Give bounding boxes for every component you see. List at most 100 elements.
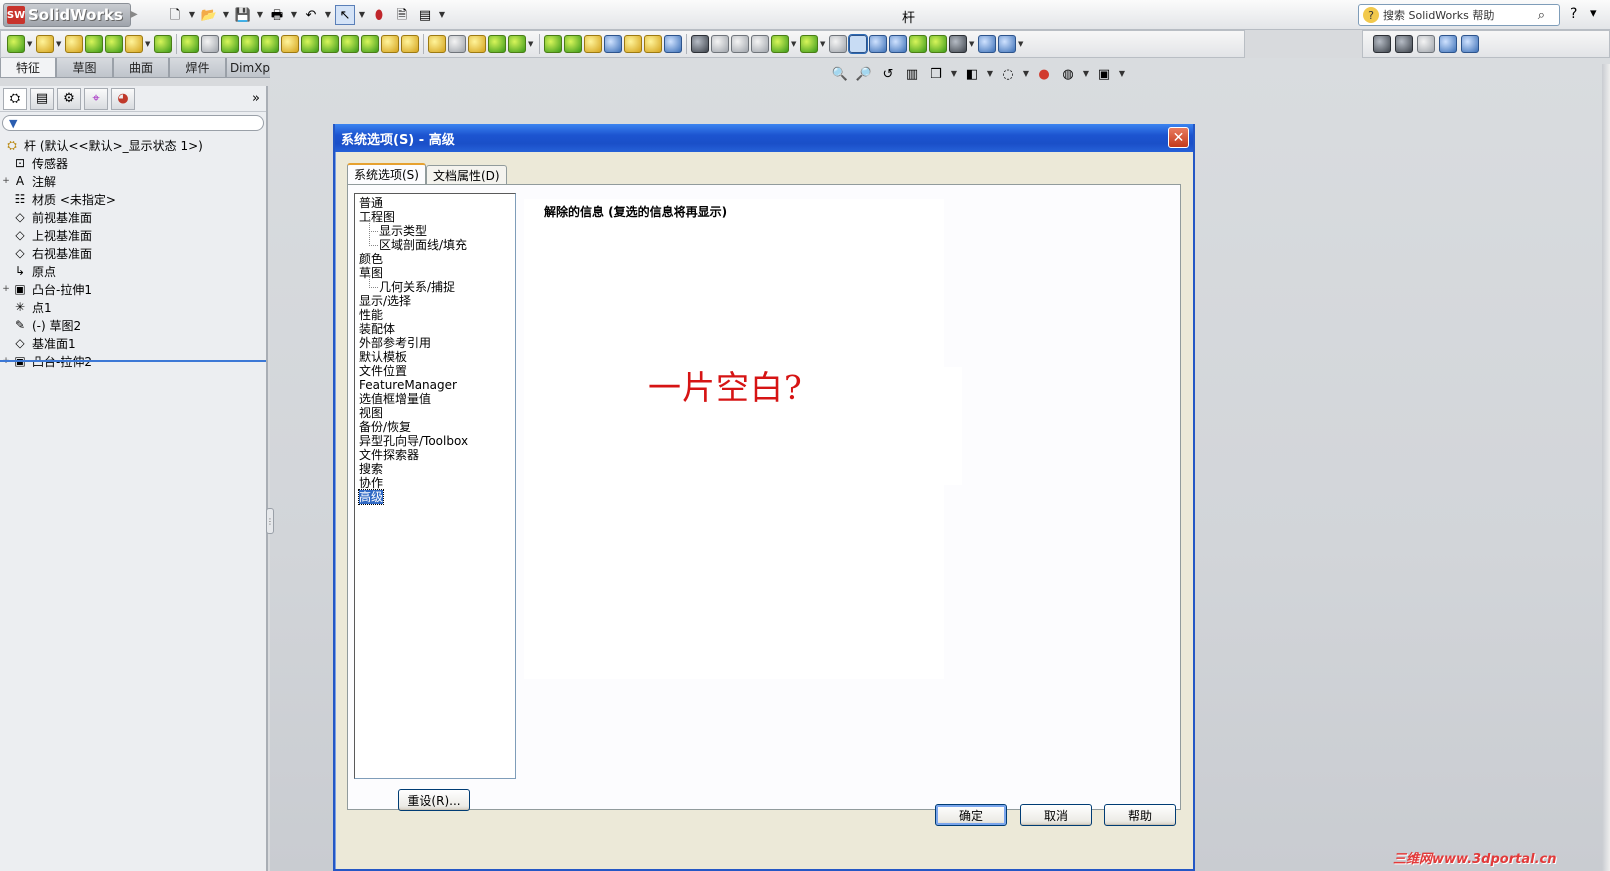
revolved-boss-icon[interactable] (36, 35, 54, 53)
chevron-down-icon[interactable]: ▼ (1118, 64, 1126, 84)
surface-sweep-icon[interactable] (584, 35, 602, 53)
tree-item[interactable]: + ▣ 凸台-拉伸1 (0, 280, 266, 298)
section-view-icon[interactable]: ▥ (902, 64, 922, 84)
dialog-title-bar[interactable]: 系统选项(S) - 高级 ✕ (335, 124, 1193, 152)
category-item[interactable]: 视图 (359, 406, 515, 420)
close-icon[interactable]: ✕ (1168, 127, 1189, 148)
file-properties-icon[interactable]: 🗎 (392, 5, 412, 25)
tree-item[interactable]: ◇ 前视基准面 (0, 208, 266, 226)
save-icon[interactable]: 💾 (233, 5, 253, 25)
tree-expand-icon[interactable]: + (0, 176, 12, 186)
chevron-down-icon[interactable]: ▼ (791, 40, 798, 48)
instant3d-icon[interactable] (508, 35, 526, 53)
category-item[interactable]: 工程图 (359, 210, 515, 224)
appearance-icon[interactable] (1417, 35, 1435, 53)
chevron-down-icon[interactable]: ▼ (438, 5, 446, 25)
undo-icon[interactable]: ↶ (301, 5, 321, 25)
tab-sketch[interactable]: 草图 (56, 58, 113, 78)
zoom-to-area-icon[interactable]: 🔎 (854, 64, 874, 84)
curves-icon[interactable] (488, 35, 506, 53)
help-button[interactable]: 帮助 (1104, 804, 1176, 826)
solidworks-logo[interactable]: SW SolidWorks (3, 3, 131, 27)
category-item[interactable]: 普通 (359, 196, 515, 210)
zoom-to-fit-icon[interactable]: 🔍 (830, 64, 850, 84)
view-setting-icon[interactable]: ▣ (1094, 64, 1114, 84)
chevron-down-icon[interactable]: ▼ (27, 40, 34, 48)
chevron-down-icon[interactable]: ▼ (528, 40, 535, 48)
chevron-down-icon[interactable]: ▼ (969, 40, 976, 48)
mass-properties-icon[interactable] (909, 35, 927, 53)
property-manager-icon[interactable]: ▤ (30, 87, 54, 110)
tree-item[interactable]: ✎ (-) 草图2 (0, 316, 266, 334)
tree-item[interactable]: ◇ 右视基准面 (0, 244, 266, 262)
tree-item[interactable]: ◇ 基准面1 (0, 334, 266, 352)
cancel-button[interactable]: 取消 (1020, 804, 1092, 826)
tree-expand-icon[interactable]: + (0, 284, 12, 294)
tree-item[interactable]: ↳ 原点 (0, 262, 266, 280)
display-manager-icon[interactable]: ◕ (111, 87, 135, 110)
select-pointer-icon[interactable]: ↖ (335, 5, 355, 25)
reference-axis-icon[interactable] (711, 35, 729, 53)
tab-surfaces[interactable]: 曲面 (113, 58, 169, 78)
feature-tree-filter[interactable]: ▼ (2, 115, 264, 131)
previous-view-icon[interactable]: ↺ (878, 64, 898, 84)
curve-through-points-icon[interactable] (800, 35, 818, 53)
relations-icon[interactable] (869, 35, 887, 53)
tab-features[interactable]: 特征 (0, 58, 56, 78)
delete-face-icon[interactable] (448, 35, 466, 53)
apply-scene-icon[interactable]: ◍ (1058, 64, 1078, 84)
tree-item[interactable]: + A 注解 (0, 172, 266, 190)
chamfer-icon[interactable] (201, 35, 219, 53)
search-icon[interactable]: ⌕ (1538, 8, 1545, 23)
category-item[interactable]: FeatureManager (359, 378, 515, 392)
view-orientation-icon[interactable]: ❒ (926, 64, 946, 84)
print-icon[interactable]: 🖶 (267, 5, 287, 25)
category-item[interactable]: 选值框增量值 (359, 392, 515, 406)
view-orientation-icon[interactable] (1395, 35, 1413, 53)
featuremanager-tree-icon[interactable]: ⛭ (3, 87, 27, 110)
display-style-icon[interactable] (949, 35, 967, 53)
edit-appearance-icon[interactable]: ● (1034, 64, 1054, 84)
filter-icon[interactable] (998, 35, 1016, 53)
chevron-down-icon[interactable]: ▼ (986, 64, 994, 84)
extruded-boss-icon[interactable] (7, 35, 25, 53)
category-item[interactable]: 高级 (357, 489, 515, 505)
category-item[interactable]: 几何关系/捕捉 (359, 273, 515, 294)
wrap-icon[interactable] (301, 35, 319, 53)
open-folder-icon[interactable]: 📂 (199, 5, 219, 25)
chevron-down-icon[interactable]: ▼ (256, 5, 264, 25)
scene-icon[interactable] (1439, 35, 1457, 53)
category-item[interactable]: 搜索 (359, 462, 515, 476)
chevron-down-icon[interactable]: ▼ (290, 5, 298, 25)
chevron-down-icon[interactable]: ▼ (324, 5, 332, 25)
measure-icon[interactable] (889, 35, 907, 53)
fillet-icon[interactable] (181, 35, 199, 53)
smart-dimension-icon[interactable] (848, 34, 868, 54)
help-search-box[interactable]: ? 搜索 SolidWorks 帮助 ⌕ (1358, 4, 1560, 26)
option-category-list[interactable]: 普通 工程图 显示类型 区域剖面线/填充 颜色 草图 几何关系/捕捉 显示/选择 性能 装配体 外部… (354, 193, 516, 779)
chevron-down-icon[interactable]: ▼ (1018, 40, 1025, 48)
swept-boss-icon[interactable] (65, 35, 83, 53)
tree-item[interactable]: ◇ 上视基准面 (0, 226, 266, 244)
help-icon[interactable]: ? (1570, 6, 1577, 22)
lofted-boss-icon[interactable] (85, 35, 103, 53)
configuration-manager-icon[interactable]: ⚙ (57, 87, 81, 110)
surface-loft-icon[interactable] (604, 35, 622, 53)
tab-document-properties[interactable]: 文档属性(D) (425, 165, 507, 184)
expand-panel-icon[interactable]: » (252, 91, 260, 106)
tree-root-part[interactable]: ⛭ 杆 (默认<<默认>_显示状态 1>) (0, 136, 266, 154)
dome-icon[interactable] (281, 35, 299, 53)
display-style-icon[interactable]: ◧ (962, 64, 982, 84)
dimxpert-manager-icon[interactable]: ⌖ (84, 87, 108, 110)
category-item[interactable]: 显示类型 (359, 217, 515, 238)
rib-icon[interactable] (221, 35, 239, 53)
circular-pattern-icon[interactable] (381, 35, 399, 53)
reference-plane-icon[interactable] (691, 35, 709, 53)
extruded-cut-icon[interactable] (125, 35, 143, 53)
panel-splitter[interactable] (0, 360, 266, 362)
linear-pattern-icon[interactable] (361, 35, 379, 53)
category-item[interactable]: 装配体 (359, 322, 515, 336)
convert-entities-icon[interactable] (829, 35, 847, 53)
chevron-down-icon[interactable]: ▼ (820, 40, 827, 48)
sketch-icon[interactable] (771, 35, 789, 53)
